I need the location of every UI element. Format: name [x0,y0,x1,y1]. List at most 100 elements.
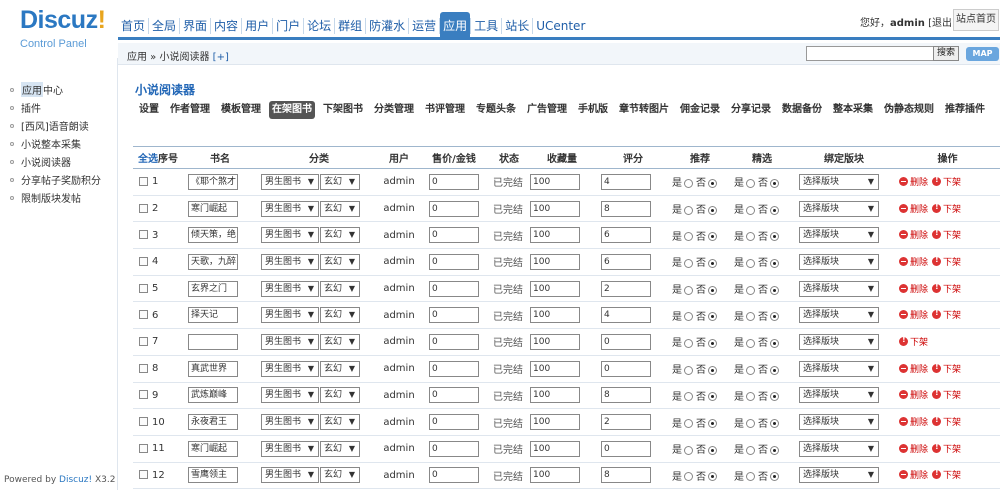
delete-button[interactable]: 删除 [899,388,928,401]
row-checkbox[interactable] [139,283,148,293]
recommend-yes-radio[interactable] [684,472,693,482]
sidebar-item-3[interactable]: 小说整本采集 [10,136,81,151]
tab-4[interactable]: 下架图书 [320,101,366,119]
nav-item-12[interactable]: 站长 [502,12,532,40]
recommend-yes-radio[interactable] [684,205,693,215]
category-select[interactable]: 男生图书 ▼ [261,414,319,431]
nav-item-1[interactable]: 全局 [149,12,179,40]
price-input[interactable]: 0 [429,467,479,484]
rating-input[interactable]: 8 [601,467,651,484]
price-input[interactable]: 0 [429,333,479,350]
featured-yes-radio[interactable] [746,178,755,188]
block-select[interactable]: 选择版块 ▼ [799,414,879,431]
price-input[interactable]: 0 [429,360,479,377]
featured-yes-radio[interactable] [746,205,755,215]
search-button[interactable]: 搜索 [933,46,959,61]
unshelve-button[interactable]: 下架 [932,255,961,268]
featured-yes-radio[interactable] [746,365,755,375]
tab-2[interactable]: 模板管理 [218,101,264,119]
unshelve-button[interactable]: 下架 [932,362,961,375]
featured-yes-radio[interactable] [746,392,755,402]
recommend-yes-radio[interactable] [684,419,693,429]
block-select[interactable]: 选择版块 ▼ [799,200,879,217]
rating-input[interactable]: 2 [601,414,651,431]
recommend-yes-radio[interactable] [684,338,693,348]
block-select[interactable]: 选择版块 ▼ [799,307,879,324]
tab-6[interactable]: 书评管理 [422,101,468,119]
title-input[interactable]: 寒门崛起 [188,200,238,217]
price-input[interactable]: 0 [429,440,479,457]
search-input[interactable] [806,46,949,61]
block-select[interactable]: 选择版块 ▼ [799,280,879,297]
featured-yes-radio[interactable] [746,312,755,322]
subcategory-select[interactable]: 玄幻 ▼ [320,467,360,484]
featured-no-radio[interactable] [770,205,779,215]
nav-item-7[interactable]: 群组 [335,12,365,40]
row-checkbox[interactable] [139,443,148,453]
favorites-input[interactable]: 100 [530,173,580,190]
nav-item-8[interactable]: 防灌水 [366,12,408,40]
block-select[interactable]: 选择版块 ▼ [799,440,879,457]
recommend-no-radio[interactable] [708,445,717,455]
featured-yes-radio[interactable] [746,338,755,348]
subcategory-select[interactable]: 玄幻 ▼ [320,173,360,190]
block-select[interactable]: 选择版块 ▼ [799,387,879,404]
title-input[interactable] [188,333,238,350]
delete-button[interactable]: 删除 [899,202,928,215]
featured-yes-radio[interactable] [746,232,755,242]
favorites-input[interactable]: 100 [530,307,580,324]
nav-item-6[interactable]: 论坛 [304,12,334,40]
tab-12[interactable]: 分享记录 [728,101,774,119]
subcategory-select[interactable]: 玄幻 ▼ [320,360,360,377]
row-checkbox[interactable] [139,417,148,427]
unshelve-button[interactable]: 下架 [932,415,961,428]
tab-16[interactable]: 推荐插件 [942,101,988,119]
block-select[interactable]: 选择版块 ▼ [799,333,879,350]
title-input[interactable]: 雪鹰领主 [188,467,238,484]
favorites-input[interactable]: 100 [530,467,580,484]
unshelve-button[interactable]: 下架 [932,308,961,321]
recommend-no-radio[interactable] [708,365,717,375]
delete-button[interactable]: 删除 [899,282,928,295]
tab-10[interactable]: 章节转图片 [616,101,672,119]
rating-input[interactable]: 4 [601,173,651,190]
favorites-input[interactable]: 100 [530,387,580,404]
recommend-no-radio[interactable] [708,472,717,482]
delete-button[interactable]: 删除 [899,468,928,481]
unshelve-button[interactable]: 下架 [932,282,961,295]
title-input[interactable]: 永夜君王 [188,414,238,431]
recommend-no-radio[interactable] [708,232,717,242]
block-select[interactable]: 选择版块 ▼ [799,253,879,270]
recommend-no-radio[interactable] [708,258,717,268]
powered-link[interactable]: Discuz! [59,475,92,485]
row-checkbox[interactable] [139,256,148,266]
price-input[interactable]: 0 [429,414,479,431]
recommend-yes-radio[interactable] [684,445,693,455]
row-checkbox[interactable] [139,310,148,320]
sidebar-item-2[interactable]: [西风]语音朗读 [10,118,89,133]
row-checkbox[interactable] [139,336,148,346]
unshelve-button[interactable]: 下架 [932,202,961,215]
price-input[interactable]: 0 [429,200,479,217]
unshelve-button[interactable]: 下架 [899,335,928,348]
favorites-input[interactable]: 100 [530,360,580,377]
price-input[interactable]: 0 [429,280,479,297]
recommend-yes-radio[interactable] [684,232,693,242]
tab-3[interactable]: 在架图书 [269,101,315,119]
featured-no-radio[interactable] [770,232,779,242]
nav-item-13[interactable]: UCenter [533,12,588,40]
recommend-no-radio[interactable] [708,285,717,295]
category-select[interactable]: 男生图书 ▼ [261,173,319,190]
price-input[interactable]: 0 [429,227,479,244]
subcategory-select[interactable]: 玄幻 ▼ [320,307,360,324]
featured-no-radio[interactable] [770,365,779,375]
category-select[interactable]: 男生图书 ▼ [261,387,319,404]
featured-no-radio[interactable] [770,419,779,429]
recommend-no-radio[interactable] [708,338,717,348]
row-checkbox[interactable] [139,390,148,400]
rating-input[interactable]: 0 [601,360,651,377]
tab-13[interactable]: 数据备份 [779,101,825,119]
tab-14[interactable]: 整本采集 [830,101,876,119]
logo[interactable]: Discuz! Control Panel [0,0,118,58]
featured-no-radio[interactable] [770,392,779,402]
